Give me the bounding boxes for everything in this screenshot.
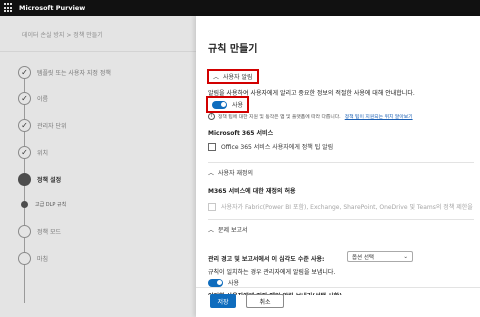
checkmark-icon: ✓ [18, 119, 31, 132]
step-label: 정책 설정 [37, 177, 62, 184]
wizard-step-template: ✓ 템플릿 또는 사용자 지정 정책 [18, 66, 111, 79]
wizard-step-finish: 마침 [18, 252, 48, 265]
checkbox-label: 사용자가 Fabric(Power BI 포함), Exchange, Shar… [221, 204, 473, 211]
wizard-substep-advanced-dlp: 고급 DLP 규칙 [18, 201, 66, 208]
checkmark-icon: ✓ [18, 146, 31, 159]
wizard-step-policy-mode: 정책 모드 [18, 225, 61, 238]
divider [208, 162, 474, 163]
section-label: 사용자 알림 [223, 74, 253, 81]
chevron-up-icon: ︿ [208, 170, 215, 177]
panel-title: 규칙 만들기 [208, 44, 258, 55]
severity-dropdown[interactable]: 옵션 선택 ⌄ [347, 251, 413, 262]
step-label: 정책 모드 [37, 229, 61, 236]
chevron-up-icon: ︿ [213, 74, 220, 81]
toggle-label: 사용 [228, 280, 240, 287]
alert-label: 규칙이 일치하는 경우 관리자에게 알림을 보냅니다. [208, 269, 336, 276]
section-label: 사용자 재정의 [218, 170, 254, 177]
wizard-step-admin-units: ✓ 관리자 단위 [18, 119, 67, 132]
step-indicator [18, 252, 31, 265]
step-label: 이름 [37, 96, 49, 103]
checkbox-label: Office 365 서비스 사용자에게 정책 팁 알림 [221, 144, 334, 151]
create-rule-panel: 규칙 만들기 ︿ 사용자 알림 알림을 사용하여 사용자에게 알리고 중요한 정… [196, 16, 480, 317]
dropdown-value: 옵션 선택 [352, 254, 374, 261]
waffle-icon[interactable] [4, 3, 14, 13]
step-label: 고급 DLP 규칙 [35, 202, 67, 208]
divider [208, 219, 474, 220]
policy-tip-info: i 정책 팁에 대한 지원 및 동작은 앱 및 플랫폼에 따라 다릅니다. 정책… [208, 113, 413, 120]
step-label: 관리자 단위 [37, 123, 67, 130]
substep-indicator [21, 201, 28, 208]
o365-policy-tip-row[interactable]: Office 365 서비스 사용자에게 정책 팁 알림 [208, 142, 333, 151]
override-checkbox[interactable] [208, 202, 216, 211]
checkmark-icon: ✓ [18, 92, 31, 105]
section-incident-reports[interactable]: ︿ 문제 보고서 [208, 225, 248, 234]
section-user-overrides[interactable]: ︿ 사용자 재정의 [208, 168, 253, 177]
top-bar: Microsoft Purview [0, 0, 480, 16]
wizard-step-locations: ✓ 위치 [18, 146, 48, 159]
chevron-up-icon: ︿ [208, 227, 215, 234]
override-row: 사용자가 Fabric(Power BI 포함), Exchange, Shar… [208, 202, 473, 211]
toggle-label: 사용 [232, 102, 244, 109]
step-label: 마침 [37, 256, 49, 263]
o365-policy-tip-checkbox[interactable] [208, 142, 216, 151]
override-heading: M365 서비스에 대한 재정의 허용 [208, 188, 296, 195]
step-label: 템플릿 또는 사용자 지정 정책 [37, 70, 111, 77]
wizard-step-policy-settings: 정책 설정 [18, 173, 61, 186]
section-label: 문제 보고서 [218, 227, 248, 234]
footer-divider [196, 287, 480, 288]
admin-alert-toggle[interactable] [208, 278, 223, 287]
policy-tip-learn-link[interactable]: 정책 팁이 지원되는 위치 알아보기 [345, 113, 413, 120]
user-notify-toggle-row[interactable]: 사용 [206, 96, 250, 113]
wizard-step-name: ✓ 이름 [18, 92, 48, 105]
checkmark-icon: ✓ [18, 66, 31, 79]
alert-toggle-row[interactable]: 사용 [208, 278, 239, 287]
severity-label: 관리 경고 및 보고서에서 이 심각도 수준 사용: [208, 256, 325, 263]
wizard-background: 데이터 손실 방지 > 정책 만들기 ✓ 템플릿 또는 사용자 지정 정책 ✓ … [0, 16, 196, 317]
section-user-notifications[interactable]: ︿ 사용자 알림 [207, 69, 259, 84]
divider [0, 51, 196, 52]
chevron-down-icon: ⌄ [403, 253, 408, 260]
o365-heading: Microsoft 365 서비스 [208, 130, 274, 137]
save-button[interactable]: 저장 [210, 294, 236, 308]
breadcrumb[interactable]: 데이터 손실 방지 > 정책 만들기 [22, 30, 103, 39]
step-label: 위치 [37, 150, 49, 157]
cancel-button[interactable]: 취소 [246, 294, 284, 308]
info-text: 정책 팁에 대한 지원 및 동작은 앱 및 플랫폼에 따라 다릅니다. [218, 115, 341, 120]
current-step-indicator [18, 173, 31, 186]
app-title: Microsoft Purview [19, 4, 86, 12]
step-connector-line [24, 73, 25, 303]
step-indicator [18, 225, 31, 238]
info-icon: i [208, 113, 215, 120]
user-notify-toggle[interactable] [212, 100, 227, 109]
